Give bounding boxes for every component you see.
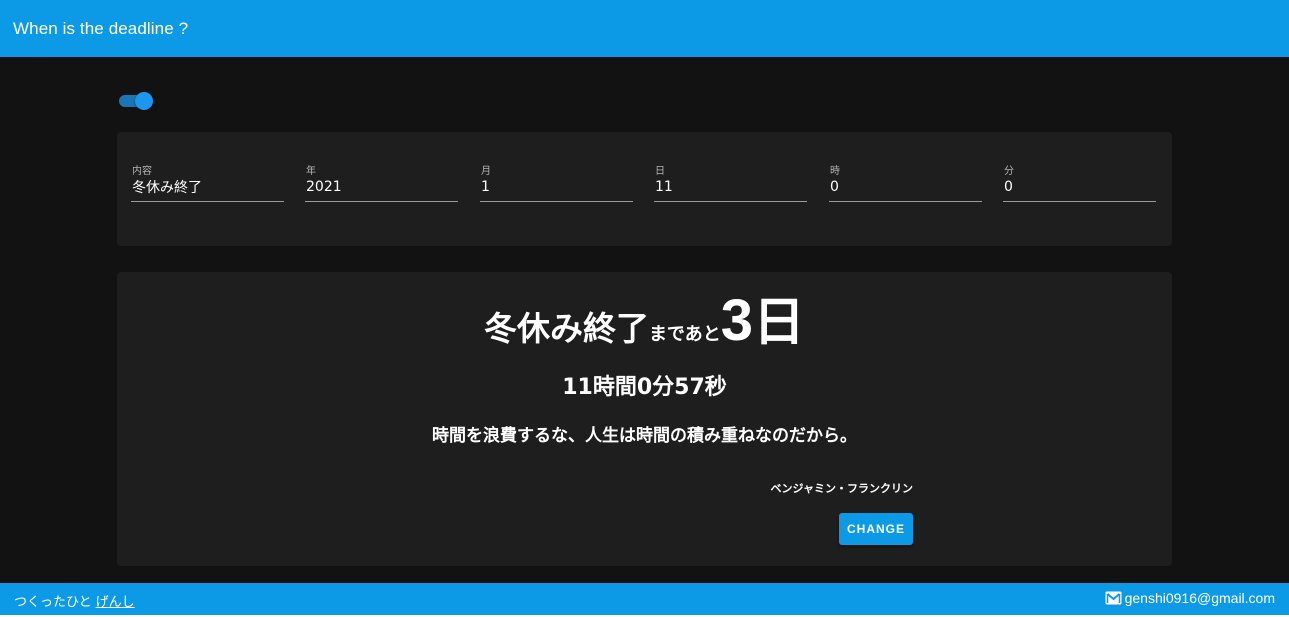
headline-connector: まであと [648,324,721,345]
hour-field: 時 [829,160,984,202]
author-link[interactable]: げんし [96,595,135,610]
content-input[interactable] [131,177,286,197]
year-field: 年 [305,160,460,202]
headline-event: 冬休み終了 [483,309,649,348]
headline-days-unit: 日 [753,293,806,353]
mode-toggle-switch[interactable] [118,91,154,111]
app-bar: When is the deadline ? [0,0,1289,57]
minute-field-label: 分 [1004,166,1014,177]
main-area: 内容 年 月 日 時 分 [0,57,1284,583]
footer-email-link[interactable]: genshi0916@gmail.com [1105,590,1275,606]
quote-author: ベンジャミン・フランクリン [770,482,913,495]
minute-field: 分 [1003,160,1158,202]
headline-days-count: 3 [720,288,754,353]
quote-text: 時間を浪費するな、人生は時間の積み重ねなのだから。 [432,426,857,446]
countdown-headline: 冬休み終了まであと3日 [117,280,1172,355]
toggle-thumb[interactable] [135,92,153,110]
deadline-form-card: 内容 年 月 日 時 分 [117,132,1172,246]
content-field-label: 内容 [132,166,152,177]
app-title: When is the deadline ? [13,18,189,38]
month-input[interactable] [480,177,635,197]
mail-icon [1105,591,1122,605]
day-field: 日 [654,160,809,202]
month-field-label: 月 [481,166,491,177]
countdown-card: 冬休み終了まであと3日 11時間0分57秒 時間を浪費するな、人生は時間の積み重… [117,272,1172,566]
remaining-time: 11時間0分57秒 [562,375,727,400]
year-field-label: 年 [306,166,316,177]
day-input[interactable] [654,177,809,197]
footer-email-text: genshi0916@gmail.com [1124,590,1275,606]
footer-made-by-label: つくったひと [14,595,92,610]
month-field: 月 [480,160,635,202]
footer: つくったひと げんし genshi0916@gmail.com [0,583,1289,615]
hour-field-label: 時 [830,166,840,177]
content-field: 内容 [131,160,286,202]
minute-input[interactable] [1003,177,1158,197]
year-input[interactable] [305,177,460,197]
change-quote-button[interactable]: CHANGE [839,513,913,545]
hour-input[interactable] [829,177,984,197]
app-root: When is the deadline ? 内容 年 月 日 [0,0,1289,617]
day-field-label: 日 [655,166,665,177]
footer-credit: つくったひと げんし [14,591,135,610]
